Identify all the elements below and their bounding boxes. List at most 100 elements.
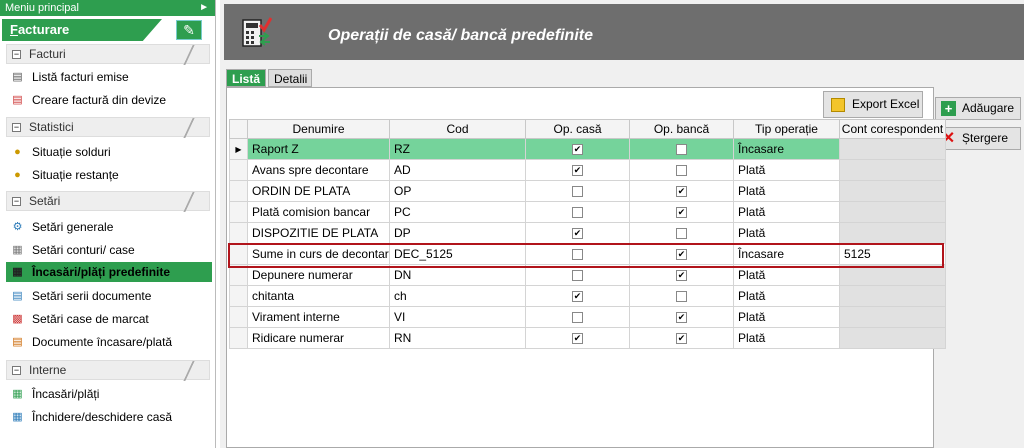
delete-button[interactable]: ✕ Ștergere bbox=[935, 127, 1021, 150]
cell-tip-operatie[interactable]: Plată bbox=[733, 222, 840, 244]
op-casa-checkbox[interactable] bbox=[572, 270, 583, 282]
cell-cont-corespondent[interactable] bbox=[839, 264, 946, 286]
row-header[interactable] bbox=[229, 180, 248, 202]
sidebar-item-situatie-solduri[interactable]: ● Situație solduri bbox=[6, 142, 212, 162]
sidebar-item-incasari-plati[interactable]: ▦ Încasări/plăți bbox=[6, 384, 212, 404]
table-row[interactable]: ▶Raport ZRZ Încasare bbox=[229, 138, 946, 160]
cell-op-casa[interactable] bbox=[525, 327, 630, 349]
cell-cod[interactable]: RZ bbox=[389, 138, 526, 160]
sidebar-item-setari-serii[interactable]: ▤ Setări serii documente bbox=[6, 286, 212, 306]
op-casa-checkbox[interactable] bbox=[572, 249, 583, 261]
cell-op-banca[interactable] bbox=[629, 285, 734, 307]
cell-denumire[interactable]: Depunere numerar bbox=[247, 264, 390, 286]
sidebar-item-setari-generale[interactable]: ⚙ Setări generale bbox=[6, 217, 212, 237]
tab-lista[interactable]: Listă bbox=[226, 69, 266, 87]
table-row[interactable]: Sume in curs de decontarDEC_5125 Încasare… bbox=[229, 243, 946, 265]
op-banca-checkbox[interactable] bbox=[676, 249, 687, 261]
table-row[interactable]: ORDIN DE PLATAOP Plată bbox=[229, 180, 946, 202]
cell-op-banca[interactable] bbox=[629, 201, 734, 223]
table-row[interactable]: Avans spre decontareAD Plată bbox=[229, 159, 946, 181]
op-banca-checkbox[interactable] bbox=[676, 228, 687, 240]
cell-cod[interactable]: ch bbox=[389, 285, 526, 307]
column-header[interactable]: Op. casă bbox=[525, 119, 630, 139]
table-row[interactable]: Plată comision bancarPC Plată bbox=[229, 201, 946, 223]
op-banca-checkbox[interactable] bbox=[676, 270, 687, 282]
cell-cod[interactable]: DP bbox=[389, 222, 526, 244]
op-casa-checkbox[interactable] bbox=[572, 228, 583, 240]
cell-op-casa[interactable] bbox=[525, 180, 630, 202]
cell-cont-corespondent[interactable] bbox=[839, 201, 946, 223]
sidebar-item-setari-conturi[interactable]: ▦ Setări conturi/ case bbox=[6, 240, 212, 260]
op-banca-checkbox[interactable] bbox=[676, 291, 687, 303]
cell-op-banca[interactable] bbox=[629, 264, 734, 286]
cell-denumire[interactable]: Avans spre decontare bbox=[247, 159, 390, 181]
cell-op-banca[interactable] bbox=[629, 138, 734, 160]
op-casa-checkbox[interactable] bbox=[572, 207, 583, 219]
op-casa-checkbox[interactable] bbox=[572, 291, 583, 303]
sidebar-item-documente-incasare[interactable]: ▤ Documente încasare/plată bbox=[6, 332, 212, 352]
export-excel-button[interactable]: Export Excel bbox=[823, 91, 923, 118]
op-casa-checkbox[interactable] bbox=[572, 333, 583, 345]
column-header[interactable]: Cod bbox=[389, 119, 526, 139]
cell-cont-corespondent[interactable] bbox=[839, 327, 946, 349]
cell-op-casa[interactable] bbox=[525, 264, 630, 286]
sidebar-item-lista-facturi[interactable]: ▤ Listă facturi emise bbox=[6, 67, 212, 87]
sidebar-item-situatie-restante[interactable]: ● Situație restanțe bbox=[6, 165, 212, 185]
cell-denumire[interactable]: DISPOZITIE DE PLATA bbox=[247, 222, 390, 244]
cell-denumire[interactable]: Sume in curs de decontar bbox=[247, 243, 390, 265]
op-casa-checkbox[interactable] bbox=[572, 186, 583, 198]
cell-cod[interactable]: VI bbox=[389, 306, 526, 328]
row-header[interactable] bbox=[229, 201, 248, 223]
cell-op-banca[interactable] bbox=[629, 327, 734, 349]
cell-cod[interactable]: AD bbox=[389, 159, 526, 181]
cell-cont-corespondent[interactable] bbox=[839, 138, 946, 160]
table-row[interactable]: DISPOZITIE DE PLATADP Plată bbox=[229, 222, 946, 244]
row-header[interactable] bbox=[229, 222, 248, 244]
column-header[interactable]: Tip operație bbox=[733, 119, 840, 139]
group-statistici[interactable]: − Statistici bbox=[6, 117, 210, 138]
cell-op-banca[interactable] bbox=[629, 306, 734, 328]
cell-op-casa[interactable] bbox=[525, 138, 630, 160]
collapse-icon[interactable]: − bbox=[12, 50, 21, 59]
op-casa-checkbox[interactable] bbox=[572, 144, 583, 156]
column-header[interactable]: Op. bancă bbox=[629, 119, 734, 139]
group-interne[interactable]: − Interne bbox=[6, 360, 210, 381]
cell-tip-operatie[interactable]: Plată bbox=[733, 327, 840, 349]
cell-tip-operatie[interactable]: Plată bbox=[733, 180, 840, 202]
column-header[interactable]: Denumire bbox=[247, 119, 390, 139]
cell-tip-operatie[interactable]: Plată bbox=[733, 159, 840, 181]
sidebar-item-incasari-predefinite[interactable]: ▦ Încasări/plăți predefinite bbox=[6, 262, 212, 282]
cell-op-casa[interactable] bbox=[525, 306, 630, 328]
cell-cont-corespondent[interactable] bbox=[839, 159, 946, 181]
cell-tip-operatie[interactable]: Încasare bbox=[733, 138, 840, 160]
cell-cont-corespondent[interactable] bbox=[839, 285, 946, 307]
op-banca-checkbox[interactable] bbox=[676, 207, 687, 219]
collapse-icon[interactable]: − bbox=[12, 197, 21, 206]
pin-icon[interactable]: ► bbox=[199, 0, 209, 16]
cell-op-banca[interactable] bbox=[629, 222, 734, 244]
sidebar-item-setari-case-marcat[interactable]: ▩ Setări case de marcat bbox=[6, 309, 212, 329]
cell-cod[interactable]: RN bbox=[389, 327, 526, 349]
cell-denumire[interactable]: ORDIN DE PLATA bbox=[247, 180, 390, 202]
cell-op-banca[interactable] bbox=[629, 159, 734, 181]
cell-op-casa[interactable] bbox=[525, 222, 630, 244]
sidebar-item-creare-factura[interactable]: ▤ Creare factură din devize bbox=[6, 90, 212, 110]
cell-cont-corespondent[interactable] bbox=[839, 180, 946, 202]
cell-cont-corespondent[interactable] bbox=[839, 222, 946, 244]
cell-op-banca[interactable] bbox=[629, 180, 734, 202]
cell-denumire[interactable]: Plată comision bancar bbox=[247, 201, 390, 223]
cell-op-banca[interactable] bbox=[629, 243, 734, 265]
cell-cont-corespondent[interactable] bbox=[839, 306, 946, 328]
cell-op-casa[interactable] bbox=[525, 285, 630, 307]
op-banca-checkbox[interactable] bbox=[676, 144, 687, 156]
table-row[interactable]: Depunere numerarDN Plată bbox=[229, 264, 946, 286]
cell-op-casa[interactable] bbox=[525, 159, 630, 181]
cell-denumire[interactable]: chitanta bbox=[247, 285, 390, 307]
column-header[interactable]: Cont corespondent bbox=[839, 119, 946, 139]
cell-cod[interactable]: DN bbox=[389, 264, 526, 286]
cell-cont-corespondent[interactable]: 5125 bbox=[839, 243, 946, 265]
op-banca-checkbox[interactable] bbox=[676, 186, 687, 198]
row-header[interactable] bbox=[229, 306, 248, 328]
op-banca-checkbox[interactable] bbox=[676, 165, 687, 177]
collapse-icon[interactable]: − bbox=[12, 123, 21, 132]
